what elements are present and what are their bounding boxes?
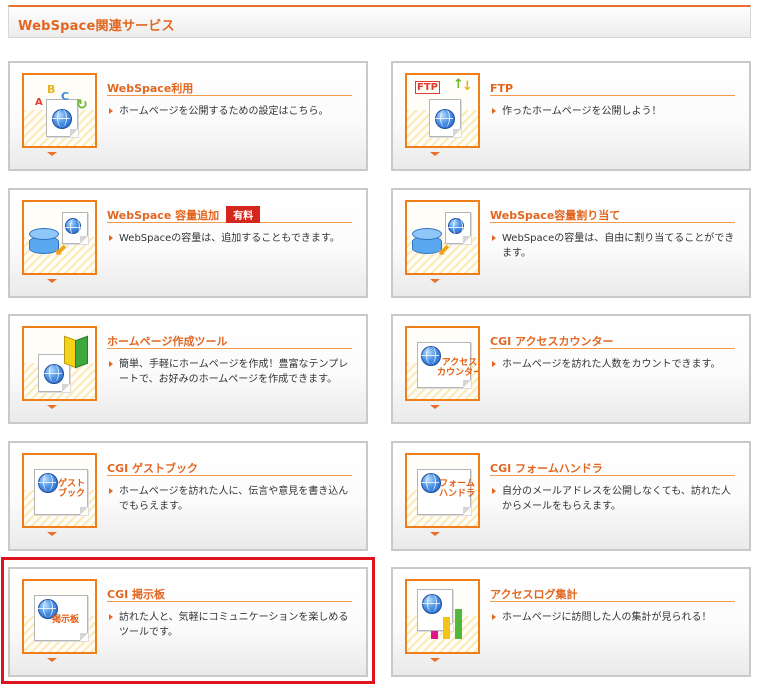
card-access-counter[interactable]: アクセス カウンター CGI アクセスカウンター ホームページを訪れた人数をカウ… [391,314,751,424]
card-access-log[interactable]: アクセスログ集計 ホームページに訪問した人の集計が見られる！ [391,567,751,677]
section-header: WebSpace関連サービス [8,5,751,38]
abc-globe-icon: A B C ↻ [22,73,97,148]
paid-badge: 有料 [226,206,261,223]
card-form-handler[interactable]: フォーム ハンドラ CGI フォームハンドラ 自分のメールアドレスを公開しなくて… [391,441,751,551]
card-description: 訪れた人と、気軽にコミュニケーションを楽しめるツールです。 [109,610,354,640]
card-description: ホームページを訪れた人数をカウントできます。 [492,357,737,372]
chevron-down-icon [430,658,440,662]
guestbook-icon: ゲスト ブック [22,453,97,528]
section-title: WebSpace関連サービス [18,19,175,34]
chevron-down-icon [430,279,440,283]
icon-label: ゲスト ブック [58,479,86,499]
chevron-down-icon [47,152,57,156]
card-title[interactable]: アクセスログ集計 [490,588,577,601]
card-webspace-add[interactable]: ⬋ WebSpace 容量追加 有料 WebSpaceの容量は、追加することもでき… [8,188,368,298]
bbs-icon: 掲示板 [22,579,97,654]
storage-add-icon: ⬋ [22,200,97,275]
ftp-upload-icon: FTP ↑ ↓ [405,73,480,148]
beginner-mark-icon [22,326,97,401]
card-title[interactable]: CGI アクセスカウンター [490,335,613,348]
card-description: ホームページに訪問した人の集計が見られる！ [492,610,737,625]
storage-assign-icon: ⬋ [405,200,480,275]
card-description: WebSpaceの容量は、追加することもできます。 [109,231,354,246]
card-description: ホームページを訪れた人に、伝言や意見を書き込んでもらえます。 [109,484,354,514]
card-description: ホームページを公開するための設定はこちら。 [109,104,354,119]
chevron-down-icon [47,405,57,409]
card-title[interactable]: CGI ゲストブック [107,462,198,475]
card-title[interactable]: WebSpace容量割り当て [490,209,620,222]
chevron-down-icon [47,279,57,283]
card-description: 自分のメールアドレスを公開しなくても、訪れた人からメールをもらえます。 [492,484,737,514]
card-description: 簡単、手軽にホームページを作成！豊富なテンプレートで、お好みのホームページを作成… [109,357,354,387]
card-title[interactable]: CGI 掲示板 [107,588,165,601]
icon-label: フォーム ハンドラ [439,479,476,499]
chevron-down-icon [430,532,440,536]
chevron-down-icon [430,152,440,156]
card-title[interactable]: WebSpace利用 [107,82,193,95]
icon-label: 掲示板 [52,615,80,625]
chevron-down-icon [47,532,57,536]
chevron-down-icon [430,405,440,409]
card-description: 作ったホームページを公開しよう！ [492,104,737,119]
card-guestbook[interactable]: ゲスト ブック CGI ゲストブック ホームページを訪れた人に、伝言や意見を書き… [8,441,368,551]
card-description: WebSpaceの容量は、自由に割り当てることができます。 [492,231,737,261]
card-homepage-tool[interactable]: ホームページ作成ツール 簡単、手軽にホームページを作成！豊富なテンプレートで、お… [8,314,368,424]
card-title[interactable]: FTP [490,82,513,95]
chevron-down-icon [47,658,57,662]
card-webspace-assign[interactable]: ⬋ WebSpace容量割り当て WebSpaceの容量は、自由に割り当てること… [391,188,751,298]
card-title[interactable]: ホームページ作成ツール [107,335,227,348]
card-title[interactable]: CGI フォームハンドラ [490,462,603,475]
access-counter-icon: アクセス カウンター [405,326,480,401]
bar-chart-icon [405,579,480,654]
card-webspace-use[interactable]: A B C ↻ WebSpace利用 ホームページを公開するための設定はこちら。 [8,61,368,171]
icon-label: アクセス カウンター [437,358,480,378]
form-handler-icon: フォーム ハンドラ [405,453,480,528]
card-bbs[interactable]: 掲示板 CGI 掲示板 訪れた人と、気軽にコミュニケーションを楽しめるツールです… [8,567,368,677]
card-title[interactable]: WebSpace 容量追加 [107,209,219,222]
card-ftp[interactable]: FTP ↑ ↓ FTP 作ったホームページを公開しよう！ [391,61,751,171]
